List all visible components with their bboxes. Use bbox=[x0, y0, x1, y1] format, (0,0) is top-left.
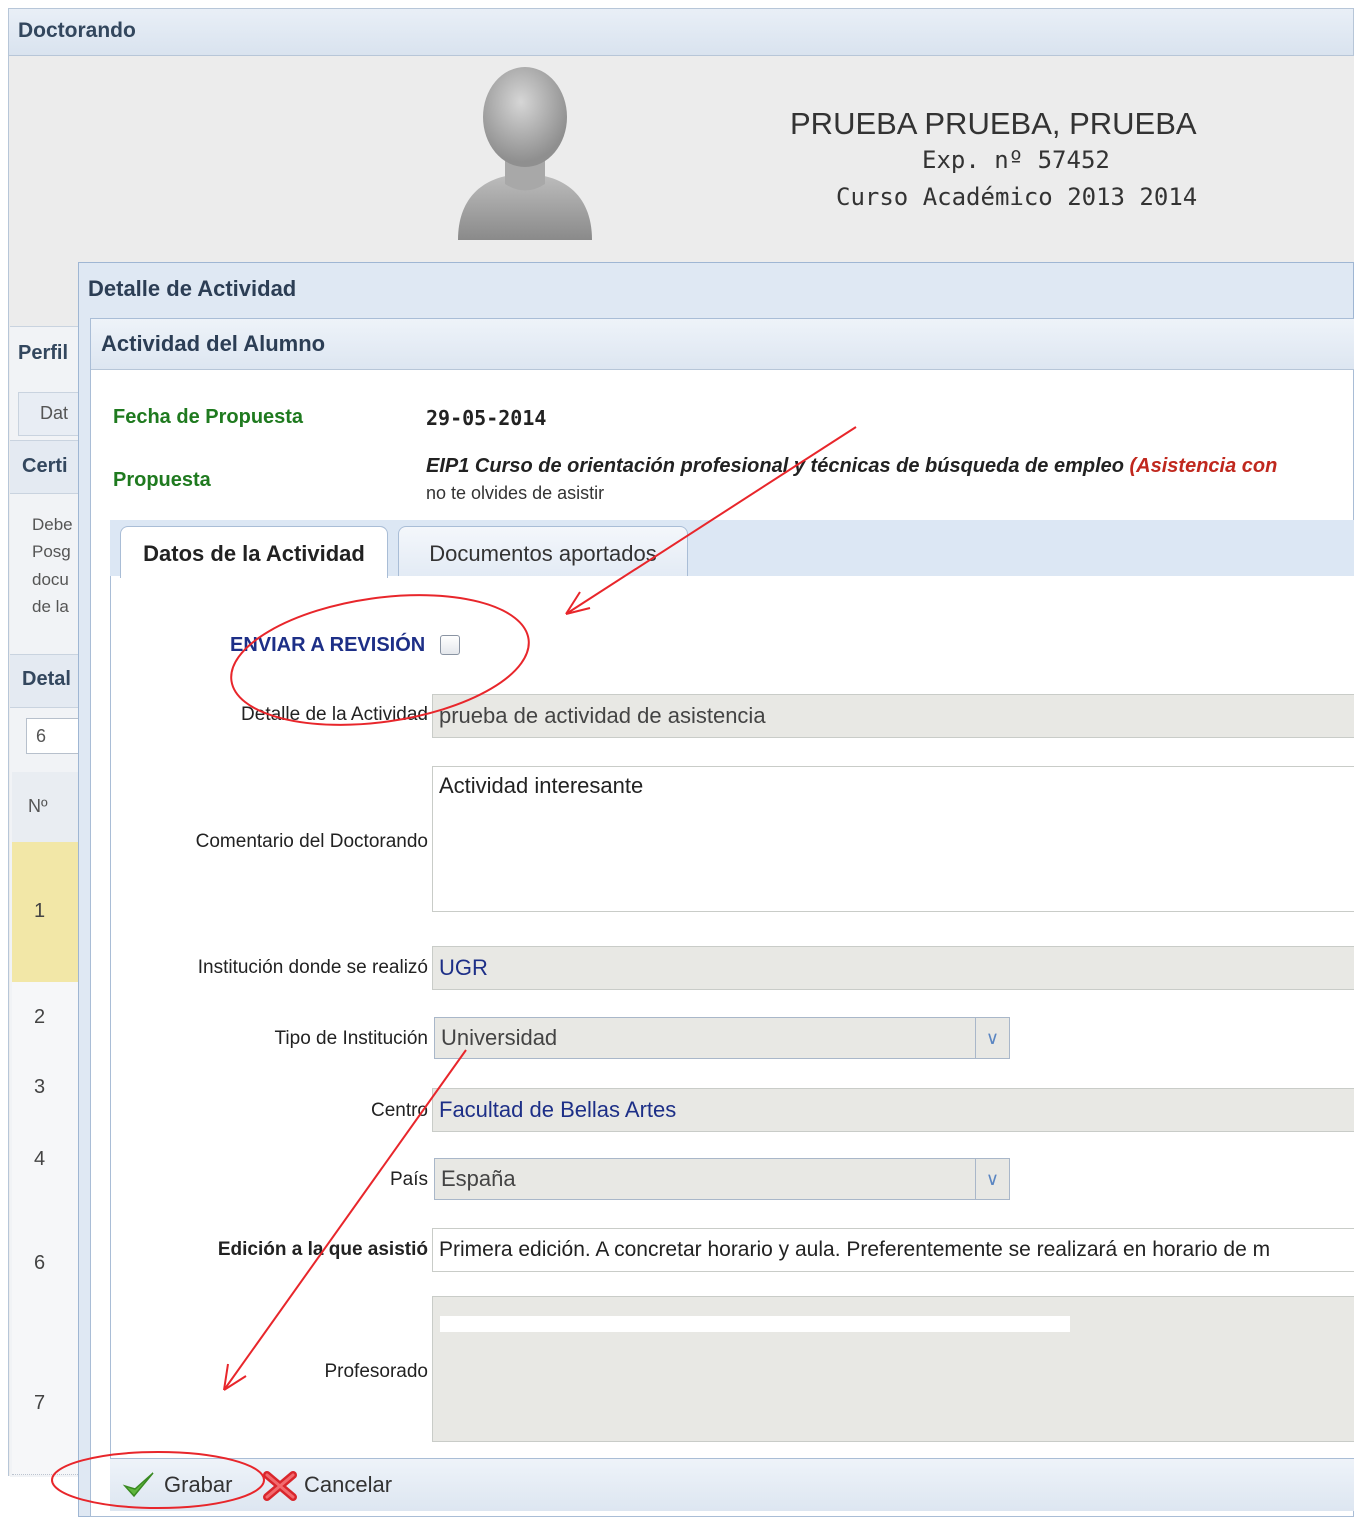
tab-datos-label: Dat bbox=[40, 403, 69, 423]
inner-title: Actividad del Alumno bbox=[101, 331, 326, 356]
cross-icon bbox=[263, 1471, 297, 1501]
modal-title: Detalle de Actividad bbox=[88, 276, 297, 301]
info-line-4: de la bbox=[32, 597, 69, 616]
perfil-title: Perfil bbox=[18, 342, 69, 364]
row-number: 2 bbox=[34, 1006, 46, 1028]
tipo-label: Tipo de Institución bbox=[274, 1028, 429, 1049]
redacted-names bbox=[440, 1316, 1070, 1332]
info-line-3: docu bbox=[32, 570, 69, 589]
enviar-revision-label: ENVIAR A REVISIÓN bbox=[230, 634, 426, 656]
propuesta-red-note: (Asistencia con bbox=[1129, 455, 1278, 477]
propuesta-title: EIP1 Curso de orientación profesional y … bbox=[426, 455, 1130, 477]
page-size-input[interactable] bbox=[26, 718, 82, 754]
comentario-textarea[interactable]: Actividad interesante bbox=[432, 766, 1354, 912]
fecha-label: Fecha de Propuesta bbox=[113, 406, 304, 428]
page-size-value: 6 bbox=[36, 726, 47, 746]
row-number: 6 bbox=[34, 1252, 46, 1274]
detalle-input[interactable]: prueba de actividad de asistencia bbox=[432, 694, 1354, 738]
cancelar-button[interactable]: Cancelar bbox=[262, 1468, 412, 1502]
info-line-2: Posg bbox=[32, 542, 71, 561]
fecha-value: 29-05-2014 bbox=[426, 406, 547, 430]
row-number: 7 bbox=[34, 1392, 46, 1414]
detalle-label: Detalle de la Actividad bbox=[241, 704, 428, 725]
doctorando-title: Doctorando bbox=[18, 19, 136, 42]
tab-datos-actividad[interactable]: Datos de la Actividad bbox=[120, 526, 388, 578]
row-number: 1 bbox=[34, 900, 46, 922]
detalle-title: Detal bbox=[22, 668, 71, 690]
row-number: 4 bbox=[34, 1148, 46, 1170]
student-exp: Exp. nº 57452 bbox=[922, 146, 1110, 174]
pais-label: País bbox=[389, 1169, 428, 1190]
grabar-label: Grabar bbox=[164, 1472, 233, 1497]
doctorando-header bbox=[8, 8, 1354, 56]
tab-documentos-aportados[interactable]: Documentos aportados bbox=[398, 526, 688, 576]
centro-input[interactable]: Facultad de Bellas Artes bbox=[432, 1088, 1354, 1132]
cancelar-label: Cancelar bbox=[304, 1472, 393, 1497]
centro-label: Centro bbox=[370, 1100, 428, 1121]
column-header-label: Nº bbox=[28, 796, 48, 816]
user-avatar-icon bbox=[458, 67, 592, 240]
edicion-label: Edición a la que asistió bbox=[217, 1239, 428, 1260]
propuesta-label: Propuesta bbox=[113, 469, 211, 491]
info-line-1: Debe bbox=[32, 515, 73, 534]
propuesta-text: EIP1 Curso de orientación profesional y … bbox=[426, 455, 1277, 478]
profesorado-label: Profesorado bbox=[324, 1361, 428, 1382]
enviar-revision-checkbox[interactable] bbox=[440, 635, 460, 655]
student-name: PRUEBA PRUEBA, PRUEBA bbox=[790, 106, 1197, 141]
propuesta-note: no te olvides de asistir bbox=[426, 483, 605, 503]
tipo-select[interactable]: Universidad ∨ bbox=[434, 1017, 1010, 1059]
tipo-select-value: Universidad bbox=[441, 1025, 558, 1050]
grabar-button[interactable]: Grabar bbox=[122, 1468, 242, 1502]
pais-select[interactable]: España ∨ bbox=[434, 1158, 1010, 1200]
check-icon bbox=[122, 1472, 154, 1498]
edicion-input[interactable]: Primera edición. A concretar horario y a… bbox=[432, 1228, 1354, 1272]
pais-select-value: España bbox=[441, 1166, 516, 1191]
institucion-label: Institución donde se realizó bbox=[197, 957, 428, 978]
comentario-label: Comentario del Doctorando bbox=[195, 831, 428, 852]
institucion-input[interactable]: UGR bbox=[432, 946, 1354, 990]
chevron-down-icon[interactable]: ∨ bbox=[975, 1018, 1009, 1058]
student-course: Curso Académico 2013 2014 bbox=[836, 183, 1198, 211]
chevron-down-icon[interactable]: ∨ bbox=[975, 1159, 1009, 1199]
row-number: 3 bbox=[34, 1076, 46, 1098]
certificados-title: Certi bbox=[22, 455, 68, 477]
